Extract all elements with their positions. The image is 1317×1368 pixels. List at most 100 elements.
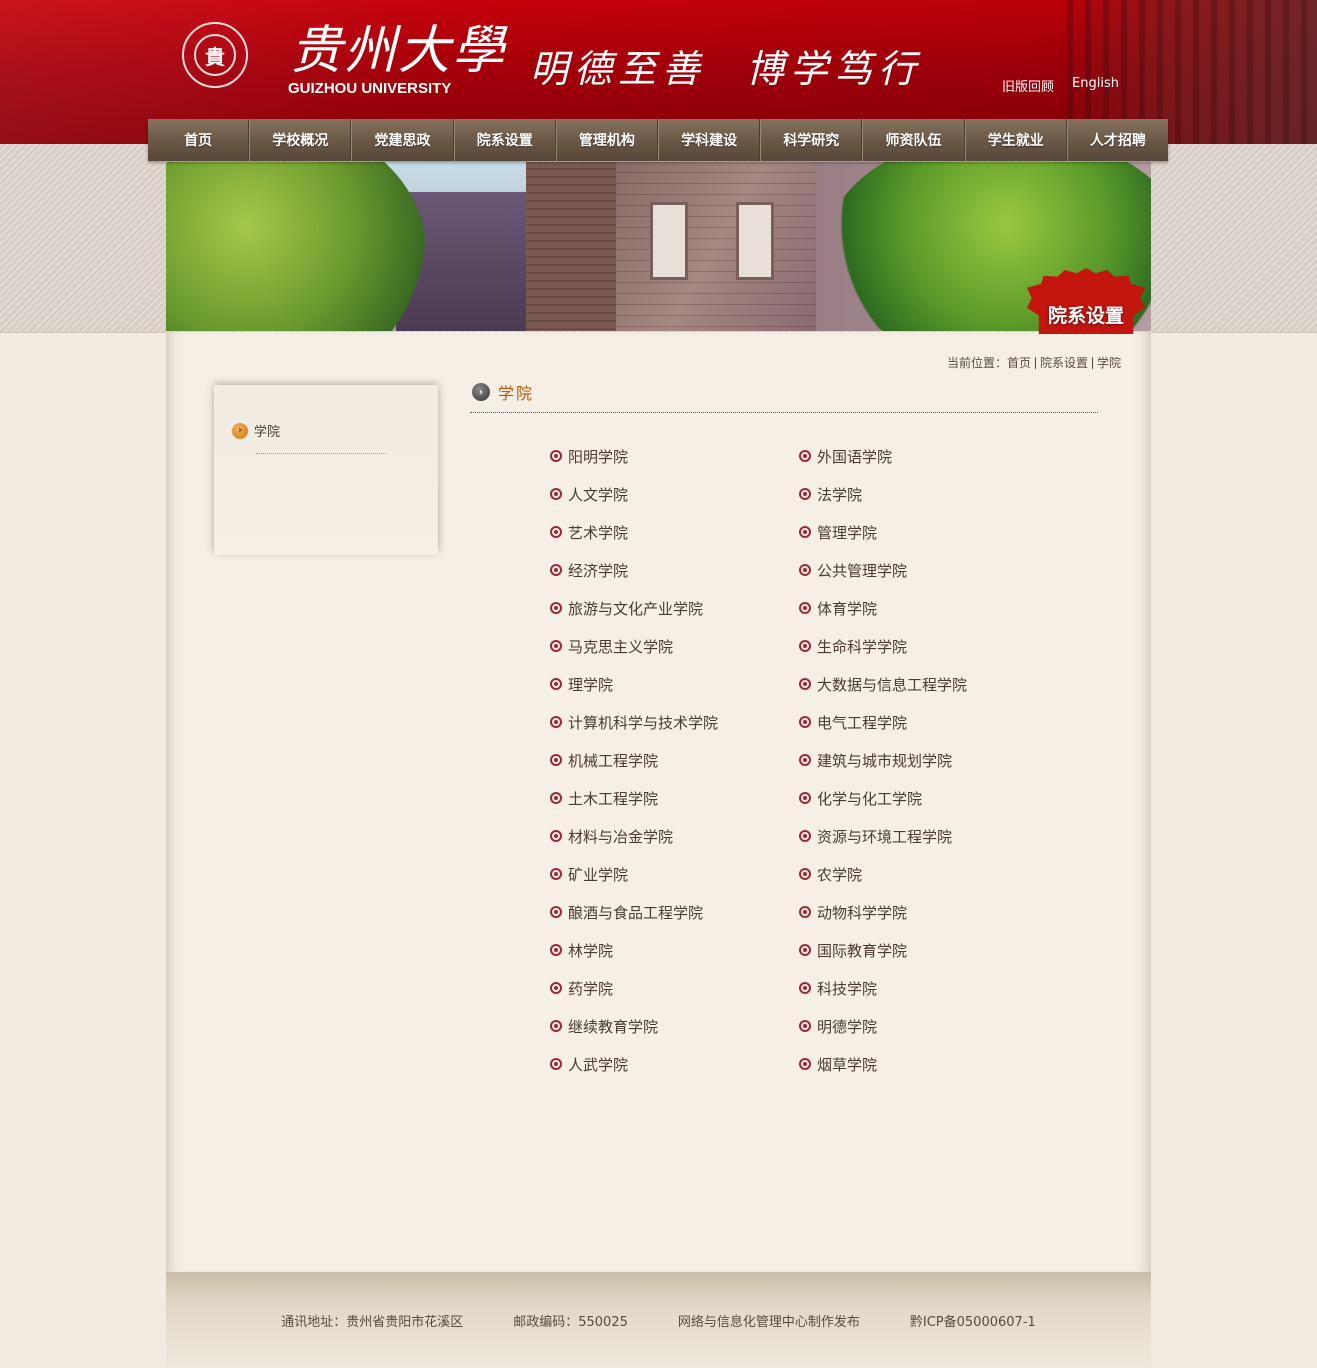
college-name: 法学院 (817, 485, 863, 504)
circle-bullet-icon (799, 602, 811, 614)
logo-chinese-name[interactable]: 贵州大學 (290, 8, 506, 83)
college-name: 材料与冶金学院 (568, 827, 674, 846)
circle-bullet-icon (550, 564, 562, 576)
circle-bullet-icon (799, 488, 811, 500)
breadcrumb-current[interactable]: 学院 (1097, 354, 1121, 371)
college-link[interactable]: 计算机科学与技术学院 (550, 711, 799, 733)
college-link[interactable]: 艺术学院 (550, 521, 799, 543)
college-link[interactable]: 电气工程学院 (799, 711, 1048, 733)
university-seal-logo[interactable]: 貴 (182, 22, 248, 88)
circle-bullet-icon (550, 906, 562, 918)
college-name: 农学院 (817, 865, 863, 884)
college-name: 公共管理学院 (817, 561, 908, 580)
college-link[interactable]: 国际教育学院 (799, 939, 1048, 961)
college-link[interactable]: 管理学院 (799, 521, 1048, 543)
college-link[interactable]: 法学院 (799, 483, 1048, 505)
college-name: 大数据与信息工程学院 (817, 675, 968, 694)
college-link[interactable]: 动物科学学院 (799, 901, 1048, 923)
college-link[interactable]: 生命科学学院 (799, 635, 1048, 657)
circle-bullet-icon (550, 716, 562, 728)
circle-bullet-icon (799, 526, 811, 538)
college-name: 药学院 (568, 979, 614, 998)
circle-bullet-icon (799, 906, 811, 918)
nav-item-employment[interactable]: 学生就业 (964, 119, 1067, 161)
english-link[interactable]: English (1072, 76, 1119, 95)
circle-bullet-icon (799, 716, 811, 728)
footer-icp[interactable]: 黔ICP备05000607-1 (910, 1311, 1036, 1330)
nav-item-faculty[interactable]: 师资队伍 (862, 119, 965, 161)
breadcrumb-departments[interactable]: 院系设置 (1040, 354, 1088, 371)
college-name: 资源与环境工程学院 (817, 827, 953, 846)
logo-english-name[interactable]: GUIZHOU UNIVERSITY (288, 80, 451, 97)
circle-bullet-icon (799, 1020, 811, 1032)
circle-bullet-icon (799, 1058, 811, 1070)
college-name: 矿业学院 (568, 865, 629, 884)
nav-item-administration[interactable]: 管理机构 (555, 119, 659, 161)
college-link[interactable]: 理学院 (550, 673, 799, 695)
old-version-link[interactable]: 旧版回顾 (1002, 76, 1054, 95)
college-name: 计算机科学与技术学院 (568, 713, 719, 732)
breadcrumb-home[interactable]: 首页 (1007, 354, 1031, 371)
sidebar-divider (256, 453, 386, 454)
footer-publisher: 网络与信息化管理中心制作发布 (677, 1314, 860, 1330)
college-link[interactable]: 建筑与城市规划学院 (799, 749, 1048, 771)
nav-item-home[interactable]: 首页 (148, 119, 250, 161)
college-name: 人武学院 (568, 1055, 629, 1074)
circle-bullet-icon (550, 868, 562, 880)
breadcrumb: 当前位置： 首页 院系设置 学院 (947, 354, 1121, 371)
college-link[interactable]: 阳明学院 (550, 445, 799, 467)
nav-item-departments[interactable]: 院系设置 (453, 119, 556, 161)
site-footer: 通讯地址：贵州省贵阳市花溪区 邮政编码：550025 网络与信息化管理中心制作发… (166, 1272, 1151, 1368)
circle-bullet-icon (550, 982, 562, 994)
college-name: 外国语学院 (817, 447, 893, 466)
nav-item-party[interactable]: 党建思政 (351, 119, 454, 161)
college-link[interactable]: 材料与冶金学院 (550, 825, 799, 847)
college-link[interactable]: 继续教育学院 (550, 1015, 799, 1037)
college-name: 建筑与城市规划学院 (817, 751, 953, 770)
college-name: 电气工程学院 (817, 713, 908, 732)
college-name: 酿酒与食品工程学院 (568, 903, 704, 922)
circle-bullet-icon (799, 792, 811, 804)
breadcrumb-separator (1091, 356, 1093, 369)
college-link[interactable]: 公共管理学院 (799, 559, 1048, 581)
banner-window (736, 202, 774, 280)
college-name: 旅游与文化产业学院 (568, 599, 704, 618)
college-link[interactable]: 酿酒与食品工程学院 (550, 901, 799, 923)
college-link[interactable]: 机械工程学院 (550, 749, 799, 771)
college-link[interactable]: 化学与化工学院 (799, 787, 1048, 809)
section-badge-label: 院系设置 (1047, 305, 1124, 327)
college-link[interactable]: 外国语学院 (799, 445, 1048, 467)
college-link[interactable]: 体育学院 (799, 597, 1048, 619)
college-name: 理学院 (568, 675, 614, 694)
college-name: 继续教育学院 (568, 1017, 659, 1036)
motto-part-1: 明德至善 (530, 47, 707, 91)
college-link[interactable]: 林学院 (550, 939, 799, 961)
sidebar-item-colleges[interactable]: › 学院 (232, 421, 280, 440)
nav-item-disciplines[interactable]: 学科建设 (658, 119, 761, 161)
college-link[interactable]: 明德学院 (799, 1015, 1048, 1037)
college-link[interactable]: 旅游与文化产业学院 (550, 597, 799, 619)
college-link[interactable]: 马克思主义学院 (550, 635, 799, 657)
nav-item-research[interactable]: 科学研究 (760, 119, 863, 161)
college-link[interactable]: 人武学院 (550, 1053, 799, 1075)
banner-window (650, 202, 688, 280)
college-link[interactable]: 科技学院 (799, 977, 1048, 999)
circle-bullet-icon (799, 564, 811, 576)
nav-item-overview[interactable]: 学校概况 (249, 119, 352, 161)
banner-image (166, 162, 1151, 331)
college-link[interactable]: 大数据与信息工程学院 (799, 673, 1048, 695)
college-link[interactable]: 矿业学院 (550, 863, 799, 885)
college-link[interactable]: 人文学院 (550, 483, 799, 505)
college-link[interactable]: 农学院 (799, 863, 1048, 885)
college-name: 土木工程学院 (568, 789, 659, 808)
college-link[interactable]: 经济学院 (550, 559, 799, 581)
college-link[interactable]: 烟草学院 (799, 1053, 1048, 1075)
college-link[interactable]: 土木工程学院 (550, 787, 799, 809)
college-link[interactable]: 资源与环境工程学院 (799, 825, 1048, 847)
nav-item-recruitment[interactable]: 人才招聘 (1066, 119, 1168, 161)
college-link[interactable]: 药学院 (550, 977, 799, 999)
content-heading: › 学院 (472, 380, 534, 404)
circle-bullet-icon (550, 602, 562, 614)
college-name: 科技学院 (817, 979, 878, 998)
college-name: 人文学院 (568, 485, 629, 504)
